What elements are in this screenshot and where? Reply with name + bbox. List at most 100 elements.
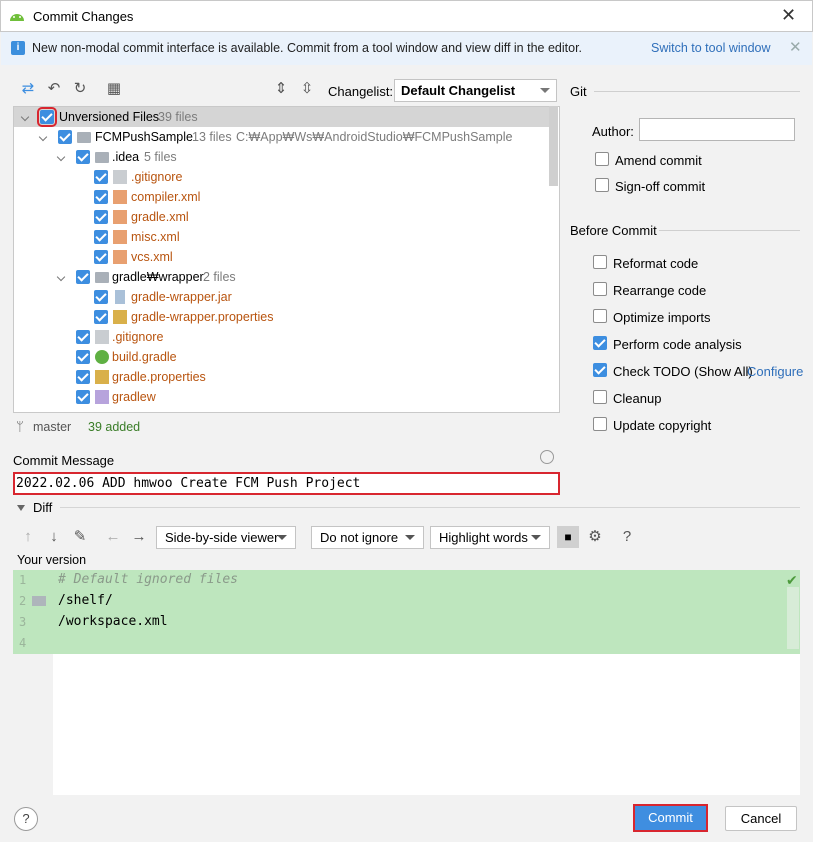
chevron-down-icon[interactable]	[56, 272, 66, 282]
checkbox[interactable]	[76, 150, 90, 164]
gear-icon[interactable]: ⚙	[586, 528, 604, 546]
tree-label: .gitignore	[131, 170, 183, 184]
tree-row[interactable]: FCMPushSample 13 files C:₩App₩Ws₩Android…	[14, 127, 549, 147]
amend-commit-label: Amend commit	[615, 153, 702, 168]
collapse-triangle-icon[interactable]	[17, 505, 25, 511]
arrow-right-icon[interactable]: →	[130, 528, 148, 546]
tree-row[interactable]: Unversioned Files 39 files	[14, 107, 549, 127]
checkbox[interactable]	[94, 290, 108, 304]
arrow-left-icon[interactable]: ←	[104, 528, 122, 546]
amend-commit-checkbox[interactable]	[595, 152, 609, 166]
author-input[interactable]	[639, 118, 795, 141]
tree-row[interactable]: build.gradle	[14, 347, 549, 367]
checkbox[interactable]	[76, 350, 90, 364]
branch-name[interactable]: master	[33, 420, 71, 434]
tree-row[interactable]: vcs.xml	[14, 247, 549, 267]
tree-row[interactable]: misc.xml	[14, 227, 549, 247]
changes-tree[interactable]: Unversioned Files 39 files FCMPushSample…	[13, 106, 560, 413]
changelist-value: Default Changelist	[401, 83, 516, 98]
checkbox[interactable]	[76, 370, 90, 384]
gradle-file-icon	[95, 350, 109, 364]
tree-row[interactable]: .idea 5 files	[14, 147, 549, 167]
chevron-down-icon[interactable]	[38, 132, 48, 142]
tree-count: 2 files	[203, 270, 236, 284]
chevron-down-icon[interactable]	[56, 152, 66, 162]
viewer-select[interactable]: Side-by-side viewer	[156, 526, 296, 549]
ignore-value: Do not ignore	[320, 530, 399, 545]
show-diff-icon[interactable]: ⇄	[19, 80, 37, 98]
highlight-select[interactable]: Highlight words	[430, 526, 550, 549]
checkbox[interactable]	[76, 390, 90, 404]
arrow-up-icon[interactable]: ↑	[19, 528, 37, 546]
banner-close-icon[interactable]: ✕	[789, 38, 802, 56]
refresh-icon[interactable]: ↻	[71, 80, 89, 98]
configure-link[interactable]: Configure	[747, 364, 803, 379]
chevron-down-icon	[277, 535, 287, 540]
window-close-icon[interactable]: ✕	[781, 5, 796, 26]
switch-to-tool-window-link[interactable]: Switch to tool window	[651, 41, 771, 55]
gitignore-file-icon	[113, 170, 127, 184]
tree-row[interactable]: .gitignore	[14, 327, 549, 347]
tree-row[interactable]: gradle.xml	[14, 207, 549, 227]
tree-label: build.gradle	[112, 350, 177, 364]
expand-all-icon[interactable]: ⇕	[272, 80, 290, 98]
tree-row[interactable]: compiler.xml	[14, 187, 549, 207]
jar-file-icon	[115, 290, 125, 304]
chevron-down-icon	[531, 535, 541, 540]
checkbox[interactable]	[94, 230, 108, 244]
checkbox[interactable]	[94, 310, 108, 324]
tree-row[interactable]: gradle-wrapper.jar	[14, 287, 549, 307]
reformat-code-checkbox[interactable]	[593, 255, 607, 269]
tree-row[interactable]: gradle₩wrapper 2 files	[14, 267, 549, 287]
checkbox[interactable]	[58, 130, 72, 144]
banner-text: New non-modal commit interface is availa…	[32, 41, 583, 55]
commit-message-input[interactable]: 2022.02.06 ADD hmwoo Create FCM Push Pro…	[13, 472, 560, 495]
tree-row[interactable]: gradle-wrapper.properties	[14, 307, 549, 327]
tree-row[interactable]: gradle.properties	[14, 367, 549, 387]
checkbox[interactable]	[94, 250, 108, 264]
edit-icon[interactable]: ✎	[71, 528, 89, 546]
cleanup-checkbox[interactable]	[593, 390, 607, 404]
option-label: Reformat code	[613, 256, 699, 271]
checkbox[interactable]	[94, 190, 108, 204]
properties-file-icon	[113, 310, 127, 324]
android-icon	[10, 14, 24, 21]
commit-button[interactable]: Commit	[633, 804, 708, 832]
checkbox[interactable]	[76, 330, 90, 344]
signoff-commit-checkbox[interactable]	[595, 178, 609, 192]
cancel-button[interactable]: Cancel	[725, 806, 797, 831]
check-todo-checkbox[interactable]	[593, 363, 607, 377]
optimize-imports-checkbox[interactable]	[593, 309, 607, 323]
tree-row[interactable]: .gitignore	[14, 167, 549, 187]
rearrange-code-checkbox[interactable]	[593, 282, 607, 296]
checkbox[interactable]	[94, 210, 108, 224]
checkbox-unversioned[interactable]	[37, 107, 57, 127]
changelist-select[interactable]: Default Changelist	[394, 79, 557, 102]
group-by-icon[interactable]: ▦	[105, 80, 123, 98]
tree-row[interactable]: gradlew	[14, 387, 549, 407]
update-copyright-checkbox[interactable]	[593, 417, 607, 431]
tree-scrollbar[interactable]	[549, 106, 558, 186]
tree-label: .gitignore	[112, 330, 164, 344]
gitignore-file-icon	[95, 330, 109, 344]
history-icon[interactable]	[540, 450, 554, 464]
code-line: # Default ignored files	[58, 572, 239, 587]
arrow-down-icon[interactable]: ↓	[45, 528, 63, 546]
collapse-all-icon[interactable]: ⇳	[298, 80, 316, 98]
tree-label: gradle.xml	[131, 210, 189, 224]
checkbox[interactable]	[94, 170, 108, 184]
help-icon[interactable]: ?	[618, 528, 636, 546]
perform-code-analysis-checkbox[interactable]	[593, 336, 607, 350]
lock-icon[interactable]: ■	[557, 526, 579, 548]
script-file-icon	[95, 390, 109, 404]
chevron-down-icon[interactable]	[20, 112, 30, 122]
checkbox[interactable]	[76, 270, 90, 284]
rollback-icon[interactable]: ↶	[45, 80, 63, 98]
ignore-select[interactable]: Do not ignore	[311, 526, 424, 549]
help-button[interactable]: ?	[14, 807, 38, 831]
option-label: Check TODO (Show All)	[613, 364, 753, 379]
tree-label: gradle-wrapper.jar	[131, 290, 232, 304]
changelist-label: Changelist:	[328, 84, 394, 99]
xml-file-icon	[113, 230, 127, 244]
diff-scrollbar[interactable]	[787, 587, 799, 649]
